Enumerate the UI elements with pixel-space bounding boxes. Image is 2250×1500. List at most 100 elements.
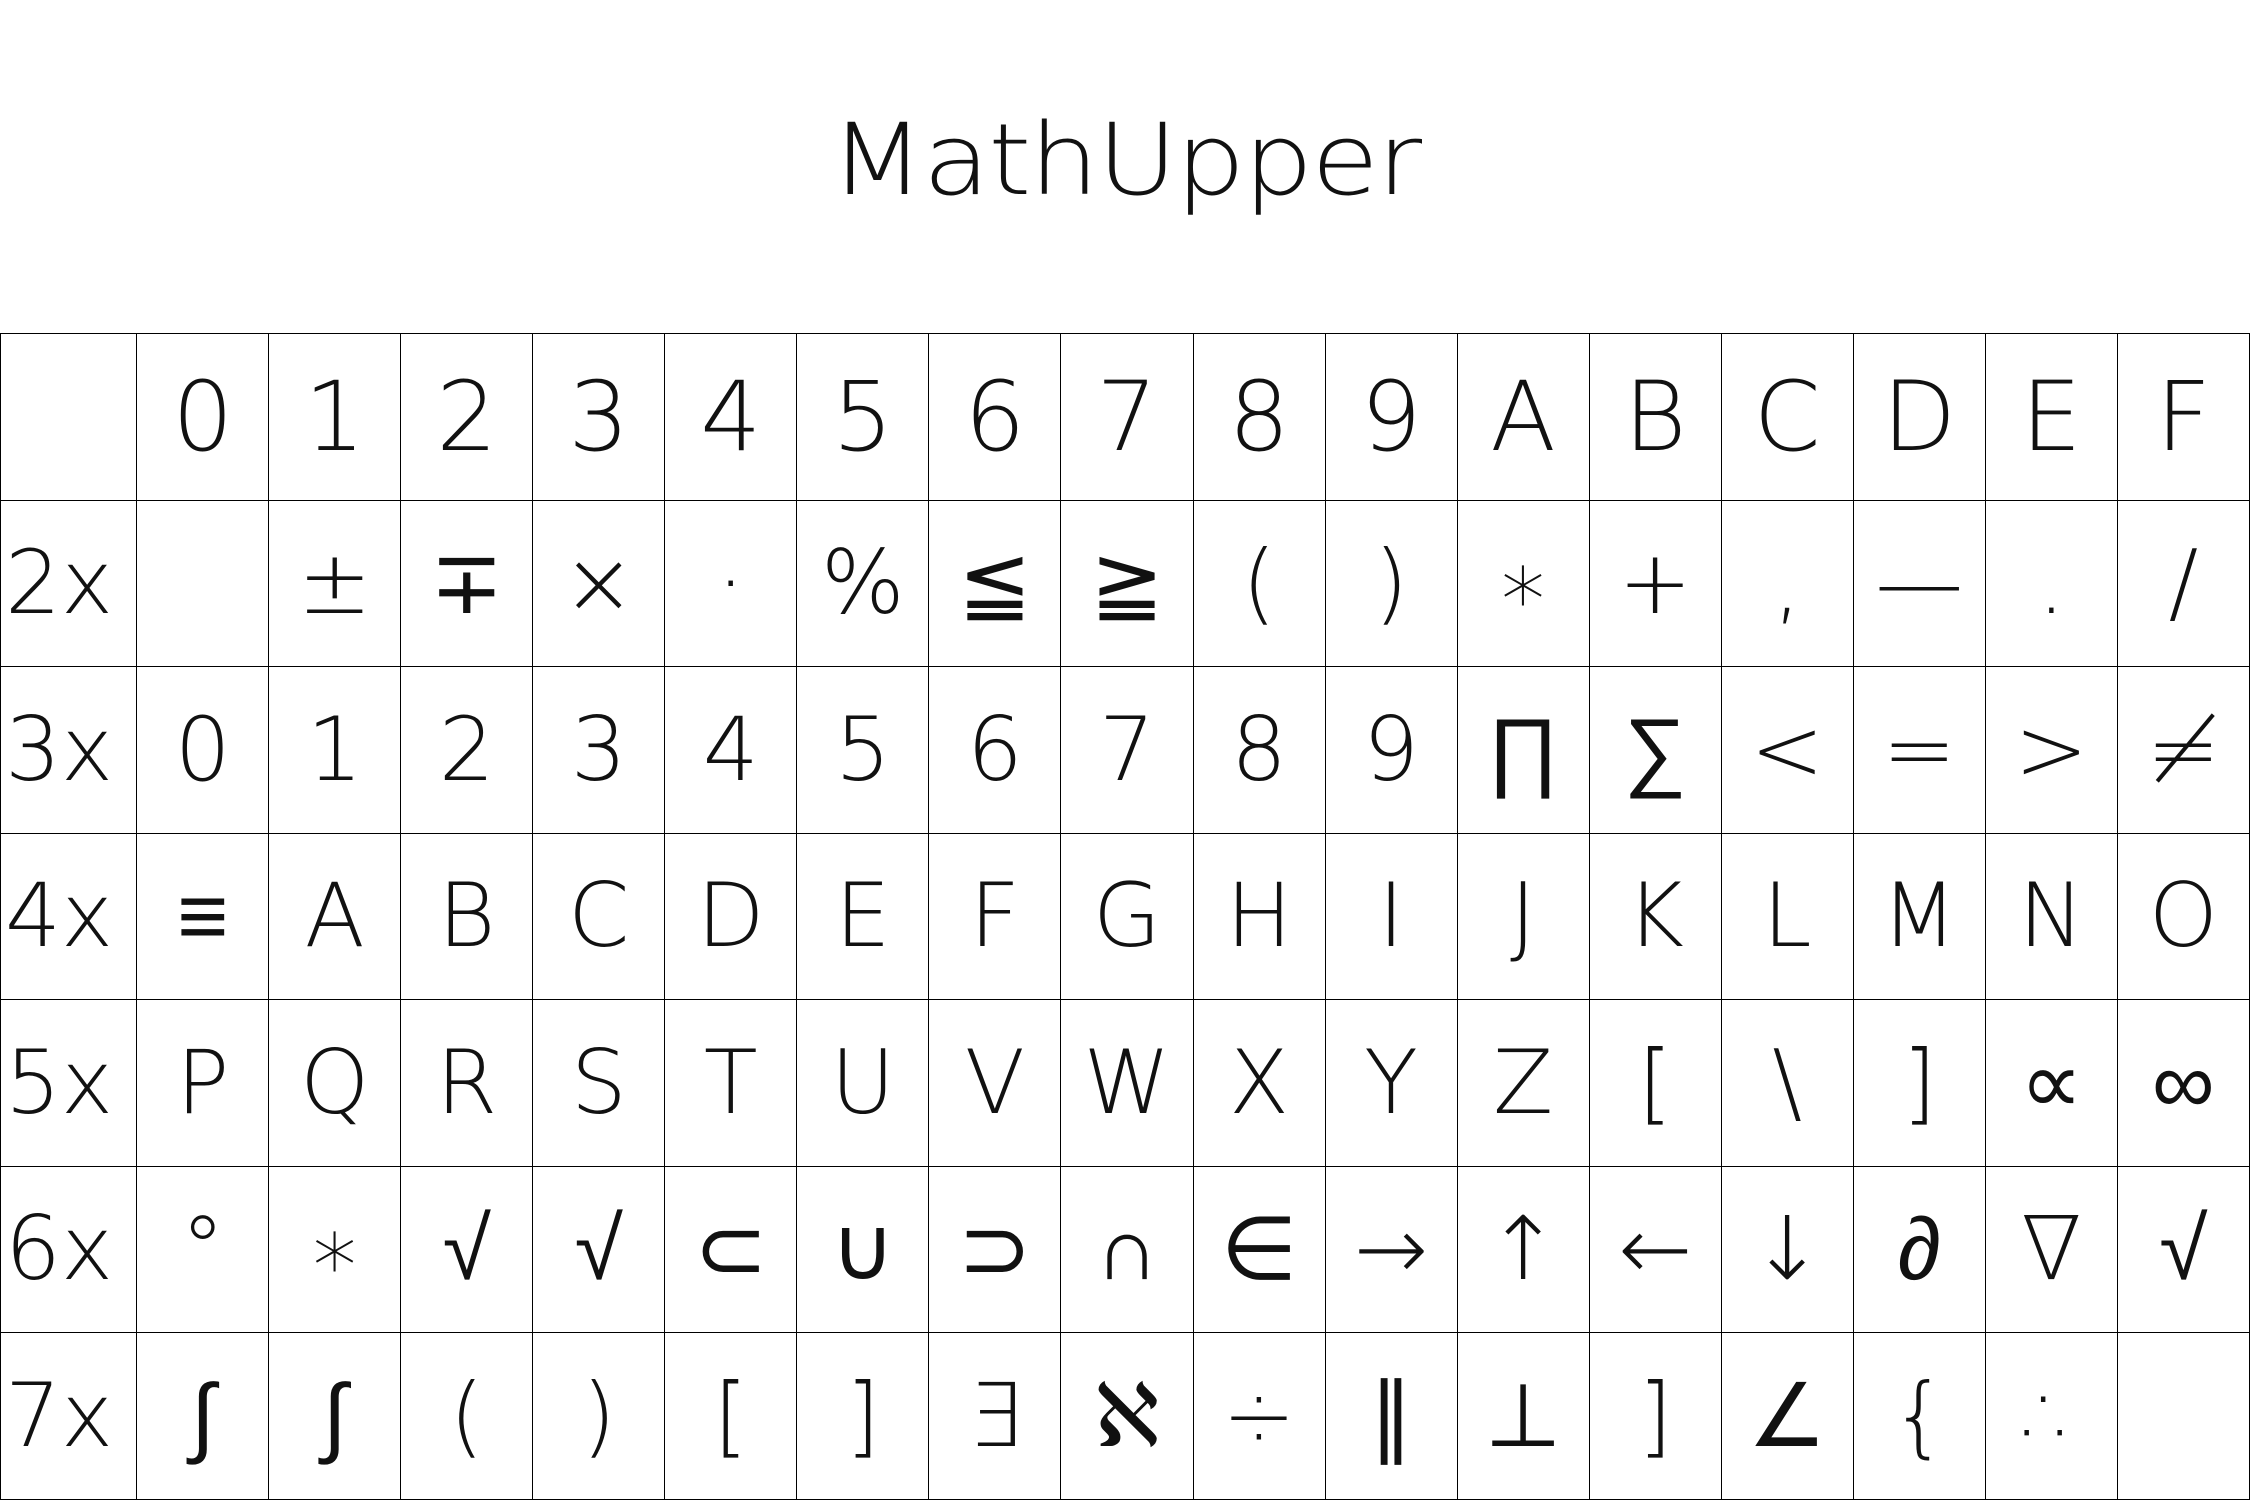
column-header: 1 <box>268 333 402 501</box>
glyph-cell: ⊃ <box>928 1165 1062 1333</box>
glyph-row: 7x ∫ ∫()[] ∃ ℵ ÷ ∥ ⊥] ∠{∴ <box>0 1332 2250 1500</box>
glyph-cell: ° <box>136 1165 270 1333</box>
glyph-cell: → <box>1324 1165 1458 1333</box>
glyph-cell: ∂ <box>1852 1165 1986 1333</box>
glyph-cell: 3 <box>532 666 666 834</box>
glyph-cell: √ <box>400 1165 534 1333</box>
header-row: 0123456789ABCDEF <box>0 333 2250 501</box>
glyph-cell: O <box>2116 832 2250 1000</box>
glyph-cell: U <box>796 999 930 1167</box>
glyph-cell: ∫ <box>136 1332 270 1500</box>
glyph-cell: ∏ <box>1456 666 1590 834</box>
glyph-cell: > <box>1984 666 2118 834</box>
glyph-cell: ∩ <box>1060 1165 1194 1333</box>
glyph-cell: A <box>268 832 402 1000</box>
column-header: 7 <box>1060 333 1194 501</box>
glyph-cell: ⊂ <box>664 1165 798 1333</box>
glyph-cell: W <box>1060 999 1194 1167</box>
glyph-cell: P <box>136 999 270 1167</box>
column-header: B <box>1588 333 1722 501</box>
glyph-cell: 4 <box>664 666 798 834</box>
row-header: 7x <box>0 1332 138 1500</box>
glyph-cell: ∝ <box>1984 999 2118 1167</box>
glyph-cell: ℵ <box>1060 1332 1194 1500</box>
column-header: E <box>1984 333 2118 501</box>
glyph-cell: ∗ <box>1456 499 1590 667</box>
glyph-cell: D <box>664 832 798 1000</box>
glyph-cell: — <box>1852 499 1986 667</box>
glyph-cell: ( <box>400 1332 534 1500</box>
glyph-cell: ( <box>1192 499 1326 667</box>
glyph-cell: 5 <box>796 666 930 834</box>
glyph-cell: ↑ <box>1456 1165 1590 1333</box>
glyph-cell: · <box>664 499 798 667</box>
glyph-cell: ∈ <box>1192 1165 1326 1333</box>
glyph-cell: 1 <box>268 666 402 834</box>
glyph-row: 3x 0 1 2 3 4 5 6 7 8 9 ∏ ∑ < = > ≠ <box>0 666 2250 834</box>
glyph-cell: B <box>400 832 534 1000</box>
column-header: 6 <box>928 333 1062 501</box>
column-header: C <box>1720 333 1854 501</box>
glyph-cell: G <box>1060 832 1194 1000</box>
glyph-cell: \ <box>1720 999 1854 1167</box>
glyph-cell: 0 <box>136 666 270 834</box>
glyph-cell <box>136 499 270 667</box>
column-header: 5 <box>796 333 930 501</box>
column-header: F <box>2116 333 2250 501</box>
glyph-row: 4x ≡ A B C D E F G H I J K L M N O <box>0 832 2250 1000</box>
glyph-row: 2x ± ∓ × ·% ≦ ≧() ∗ +, —. / <box>0 499 2250 667</box>
glyph-cell: C <box>532 832 666 1000</box>
glyph-cell: 2 <box>400 666 534 834</box>
row-header: 2x <box>0 499 138 667</box>
glyph-cell: V <box>928 999 1062 1167</box>
glyph-cell: ∓ <box>400 499 534 667</box>
glyph-cell: ÷ <box>1192 1332 1326 1500</box>
glyph-row: 6x ° ∗ √ √ ⊂ ∪ ⊃ ∩ ∈ → ↑ ← ↓ ∂ ∇ √ <box>0 1165 2250 1333</box>
glyph-cell: ↓ <box>1720 1165 1854 1333</box>
glyph-cell: ∠ <box>1720 1332 1854 1500</box>
glyph-cell: ] <box>1852 999 1986 1167</box>
glyph-cell <box>2116 1332 2250 1500</box>
glyph-cell: . <box>1984 499 2118 667</box>
glyph-cell: % <box>796 499 930 667</box>
glyph-cell: ∥ <box>1324 1332 1458 1500</box>
glyph-cell: ) <box>1324 499 1458 667</box>
glyph-cell: 9 <box>1324 666 1458 834</box>
glyph-cell: S <box>532 999 666 1167</box>
column-header: D <box>1852 333 1986 501</box>
glyph-cell: F <box>928 832 1062 1000</box>
column-header: 2 <box>400 333 534 501</box>
glyph-cell: ] <box>1588 1332 1722 1500</box>
glyph-cell: E <box>796 832 930 1000</box>
glyph-cell: { <box>1852 1332 1986 1500</box>
column-header: 9 <box>1324 333 1458 501</box>
glyph-cell: , <box>1720 499 1854 667</box>
glyph-cell: ) <box>532 1332 666 1500</box>
column-header: 3 <box>532 333 666 501</box>
glyph-cell: + <box>1588 499 1722 667</box>
glyph-cell: ∑ <box>1588 666 1722 834</box>
glyph-cell: ∪ <box>796 1165 930 1333</box>
glyph-table: 0 1 2 3 4 5 6 7 8 9 A B C D E F 2x ± ∓ × ·% ≦ ≧() ∗ +, —./3x 0 1 2 3 4… <box>0 333 2250 1500</box>
glyph-cell: Y <box>1324 999 1458 1167</box>
glyph-cell: Z <box>1456 999 1590 1167</box>
column-header: A <box>1456 333 1590 501</box>
glyph-cell: R <box>400 999 534 1167</box>
glyph-cell: 6 <box>928 666 1062 834</box>
glyph-cell: < <box>1720 666 1854 834</box>
glyph-cell: J <box>1456 832 1590 1000</box>
row-header: 4x <box>0 832 138 1000</box>
glyph-cell: ≧ <box>1060 499 1194 667</box>
column-header: 0 <box>136 333 270 501</box>
glyph-cell: ← <box>1588 1165 1722 1333</box>
glyph-cell: ± <box>268 499 402 667</box>
glyph-cell: ∞ <box>2116 999 2250 1167</box>
glyph-cell: / <box>2116 499 2250 667</box>
glyph-cell: ∫ <box>268 1332 402 1500</box>
glyph-cell: [ <box>1588 999 1722 1167</box>
row-header: 5x <box>0 999 138 1167</box>
row-header: 6x <box>0 1165 138 1333</box>
row-header: 3x <box>0 666 138 834</box>
glyph-cell: M <box>1852 832 1986 1000</box>
glyph-cell: L <box>1720 832 1854 1000</box>
